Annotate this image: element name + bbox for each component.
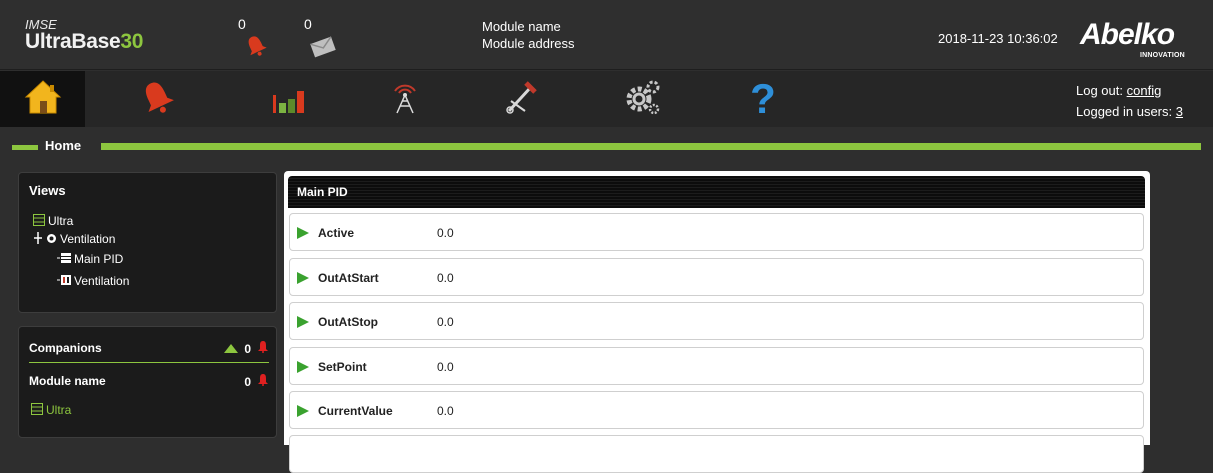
param-value: 0.0 [437, 226, 454, 240]
top-header: IMSE UltraBase30 0 0 Module name Module … [0, 0, 1213, 70]
bar-chart-icon [267, 77, 307, 122]
param-value: 0.0 [437, 360, 454, 374]
param-row[interactable]: CurrentValue 0.0 [289, 391, 1144, 429]
home-icon [23, 77, 63, 122]
companions-header: Companions 0 [29, 341, 269, 356]
panel-header: Main PID [288, 176, 1145, 208]
tree-item-ventilation-group[interactable]: Ventilation [33, 232, 115, 247]
collapse-triangle-icon[interactable] [224, 342, 239, 356]
param-row[interactable]: SetPoint 0.0 [289, 347, 1144, 385]
list-view-icon [57, 252, 71, 267]
param-value: 0.0 [437, 315, 454, 329]
views-title: Views [29, 183, 66, 198]
tree-item-ultra[interactable]: Ultra [33, 214, 73, 229]
param-name: SetPoint [318, 360, 367, 374]
panel-title: Main PID [297, 185, 348, 199]
section-bar-accent-left [12, 145, 38, 150]
diagram-view-icon [57, 274, 71, 289]
page-title: Home [45, 138, 82, 153]
gears-icon [623, 77, 663, 122]
envelope-icon[interactable] [310, 36, 336, 63]
nav-settings[interactable] [598, 71, 688, 127]
alarm-count: 0 [238, 16, 246, 32]
module-info: Module name Module address [482, 18, 575, 52]
alarm-bell-icon [257, 341, 269, 356]
module-address: Module address [482, 36, 575, 51]
main-pid-panel: Main PID Active 0.0 OutAtStart 0.0 OutAt… [284, 171, 1150, 473]
logout-label: Log out: [1076, 83, 1123, 98]
expand-arrow-icon[interactable] [297, 272, 309, 284]
param-name: CurrentValue [318, 404, 393, 418]
nav-communication[interactable] [360, 71, 450, 127]
companion-module-alarm-count: 0 [244, 374, 251, 389]
message-count: 0 [304, 16, 312, 32]
companions-title: Companions [29, 341, 102, 355]
nav-tools[interactable] [476, 71, 566, 127]
logout-link[interactable]: config [1127, 83, 1162, 98]
expand-arrow-icon[interactable] [297, 316, 309, 328]
expand-arrow-icon[interactable] [297, 361, 309, 373]
main-nav: ? Log out: config Logged in users: 3 [0, 71, 1213, 127]
section-bar: Home [0, 138, 1213, 156]
brand: IMSE UltraBase30 [25, 18, 143, 53]
param-name: OutAtStop [318, 315, 378, 329]
logged-in-label: Logged in users: [1076, 104, 1173, 119]
views-panel: Views Ultra Ventilation Main PID Ventila… [18, 172, 277, 313]
companions-panel: Companions 0 Module name 0 Ultra [18, 326, 277, 438]
logged-in-users-link[interactable]: 3 [1176, 104, 1183, 119]
nav-alarms[interactable] [112, 71, 202, 127]
login-info: Log out: config Logged in users: 3 [1076, 80, 1183, 122]
tools-icon [501, 77, 541, 122]
circle-node-icon [46, 233, 57, 247]
antenna-icon [385, 77, 425, 122]
logo-sub: INNOVATION [1140, 52, 1185, 59]
expand-arrow-icon[interactable] [297, 227, 309, 239]
logo-name: Abelko [1080, 18, 1175, 51]
companion-ultra-link[interactable]: Ultra [31, 403, 71, 418]
tree-item-main-pid[interactable]: Main PID [57, 252, 123, 267]
alarm-bell-icon[interactable] [244, 34, 268, 63]
param-row[interactable]: OutAtStop 0.0 [289, 302, 1144, 340]
nav-help[interactable]: ? [718, 71, 808, 127]
companion-module-row[interactable]: Module name 0 [29, 374, 269, 389]
folder-list-icon [33, 214, 45, 229]
abelko-logo: Abelko INNOVATION [1080, 18, 1185, 60]
companions-divider [29, 362, 269, 363]
companions-alarm-count: 0 [244, 341, 251, 356]
param-value: 0.0 [437, 271, 454, 285]
help-icon: ? [750, 75, 776, 122]
brand-name: UltraBase [25, 30, 121, 53]
nav-charts[interactable] [242, 71, 332, 127]
folder-list-icon [31, 403, 43, 418]
tree-branch-icon [33, 232, 43, 247]
param-row[interactable]: Active 0.0 [289, 213, 1144, 251]
alarm-bell-icon [137, 77, 177, 122]
datetime: 2018-11-23 10:36:02 [938, 31, 1058, 46]
nav-home[interactable] [0, 71, 85, 127]
tree-item-ventilation-view[interactable]: Ventilation [57, 274, 129, 289]
companion-module-name: Module name [29, 374, 106, 388]
alarm-bell-icon [257, 374, 269, 389]
expand-arrow-icon[interactable] [297, 405, 309, 417]
param-name: Active [318, 226, 355, 240]
param-value: 0.0 [437, 404, 454, 418]
brand-number: 30 [120, 30, 144, 53]
param-name: OutAtStart [318, 271, 379, 285]
section-bar-accent-right [101, 143, 1201, 150]
module-name: Module name [482, 19, 561, 34]
param-row-partial[interactable] [289, 435, 1144, 473]
param-row[interactable]: OutAtStart 0.0 [289, 258, 1144, 296]
